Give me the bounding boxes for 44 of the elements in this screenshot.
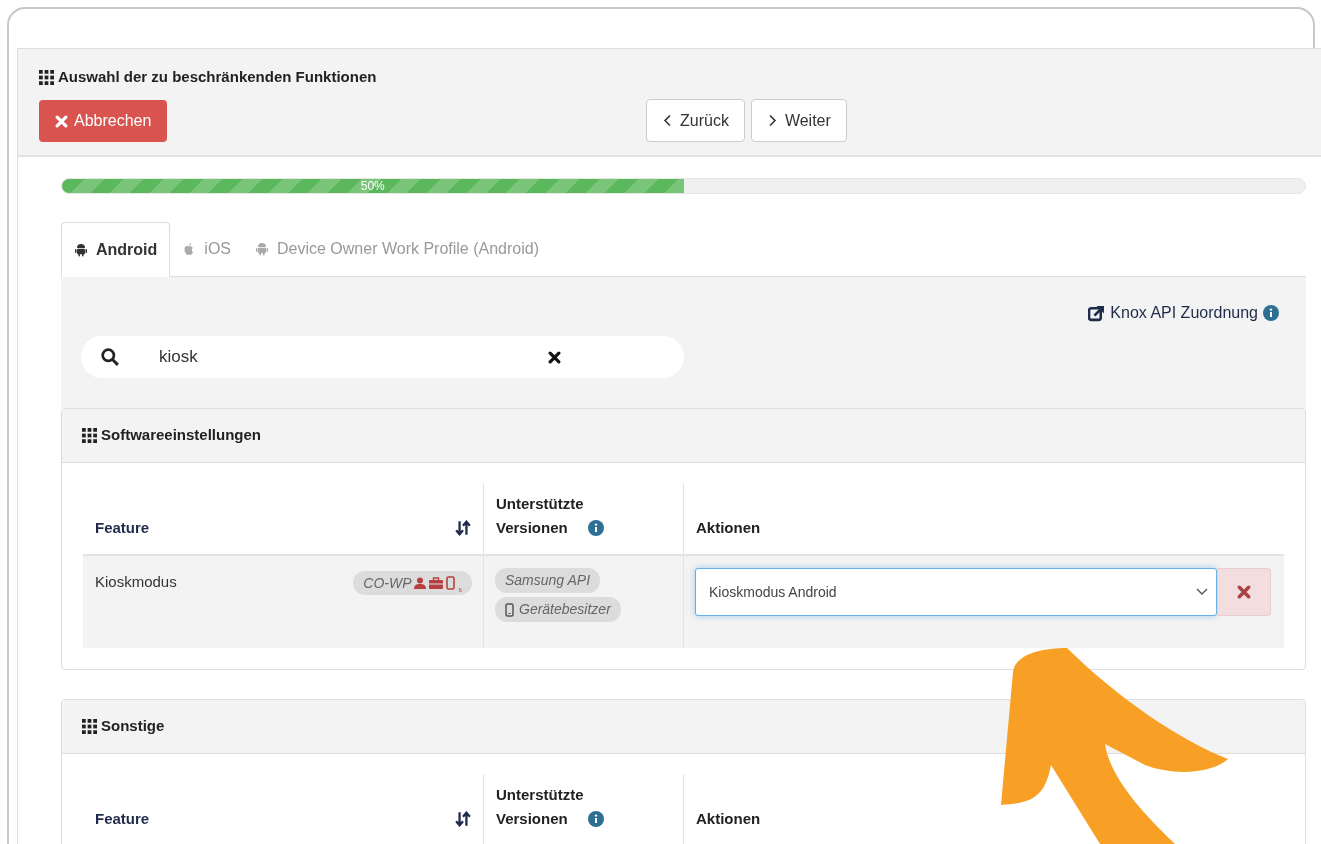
close-icon xyxy=(55,114,68,128)
user-icon xyxy=(414,577,427,589)
column-header: Aktionen xyxy=(696,518,761,538)
back-button[interactable]: Zurück xyxy=(646,99,745,142)
close-icon xyxy=(548,350,561,364)
search-field[interactable]: kiosk xyxy=(81,336,684,378)
chevron-down-icon xyxy=(1196,588,1208,596)
column-header: Feature xyxy=(95,518,150,538)
section-title: Sonstige xyxy=(101,716,165,737)
table-cell-text: Kioskmodus xyxy=(95,572,177,592)
knox-api-link[interactable]: Knox API Zuordnung xyxy=(1088,301,1279,325)
panel-title: Auswahl der zu beschränkenden Funktionen xyxy=(58,66,377,87)
sort-icon xyxy=(455,811,471,827)
info-icon xyxy=(587,811,604,827)
column-header: Aktionen xyxy=(696,809,761,829)
grid-icon xyxy=(82,719,97,734)
column-header: Feature xyxy=(95,809,150,829)
info-icon xyxy=(1263,305,1279,321)
chevron-left-icon xyxy=(662,114,673,127)
android-icon xyxy=(74,242,88,257)
grid-icon xyxy=(39,69,54,85)
section-title: Softwareeinstellungen xyxy=(101,425,262,446)
version-tag: Samsung API xyxy=(495,568,601,593)
version-tag: Gerätebesitzer xyxy=(495,597,621,622)
clear-search-button[interactable] xyxy=(548,350,561,364)
info-icon xyxy=(587,520,604,536)
grid-icon xyxy=(82,428,97,443)
external-link-icon xyxy=(1088,304,1106,322)
cancel-button[interactable]: Abbrechen xyxy=(39,100,168,142)
close-icon xyxy=(1237,585,1251,599)
next-button[interactable]: Weiter xyxy=(750,99,847,142)
action-select[interactable]: Kioskmodus Android xyxy=(695,568,1217,616)
remove-button[interactable] xyxy=(1217,568,1271,616)
phone-icon xyxy=(505,602,514,617)
column-header: Unterstützte Versionen xyxy=(496,785,584,829)
phone-icon xyxy=(446,576,456,590)
mode-badge: CO-WP s xyxy=(353,571,472,595)
progress-label: 50% xyxy=(360,180,385,192)
column-header: Unterstützte Versionen xyxy=(496,494,584,538)
sort-icon xyxy=(455,520,471,536)
briefcase-icon xyxy=(429,577,444,589)
tab[interactable]: Android xyxy=(61,222,171,277)
android-icon xyxy=(255,241,269,256)
search-icon xyxy=(101,348,119,366)
